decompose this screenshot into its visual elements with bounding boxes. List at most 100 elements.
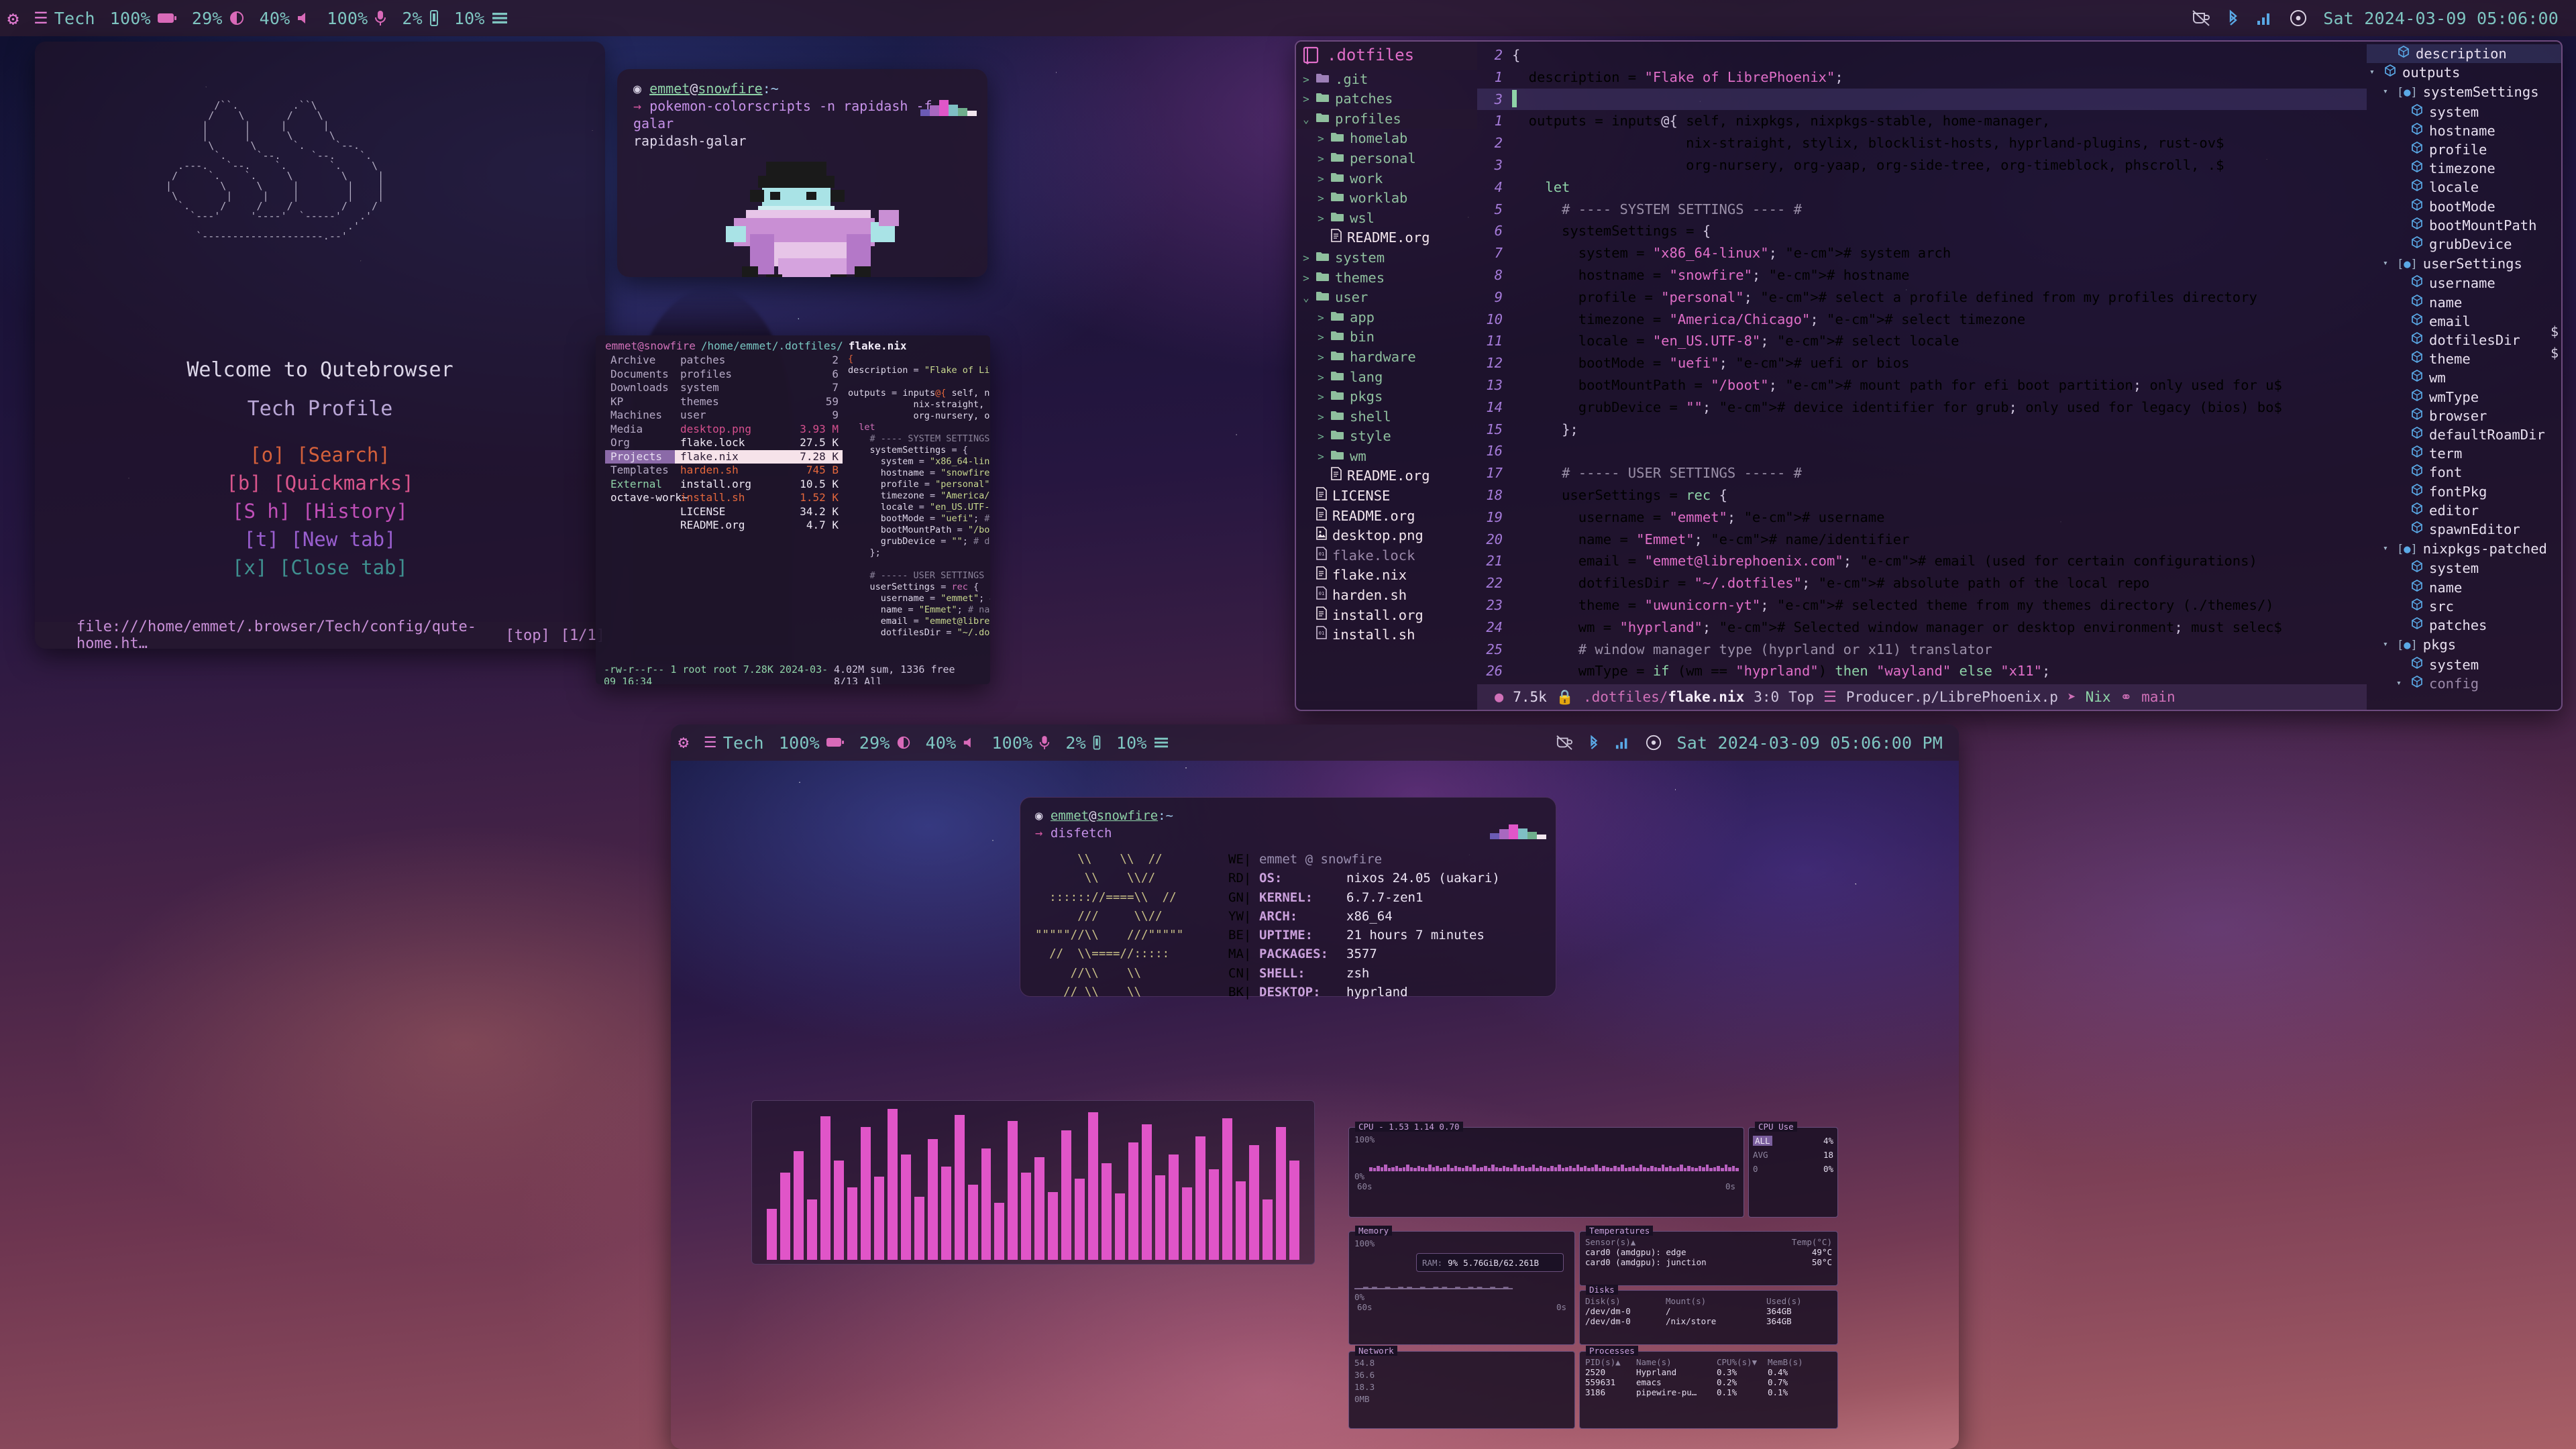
treemacs-item-readme-org[interactable]: README.org: [1296, 228, 1477, 248]
emacs-buffer[interactable]: 2{1 description = "Flake of LibrePhoenix…: [1477, 42, 2367, 710]
imenu-item-description[interactable]: description: [2367, 44, 2561, 64]
treemacs-item-license[interactable]: LICENSE: [1296, 486, 1477, 506]
temp-col-sensor[interactable]: Sensor(s)▲: [1585, 1237, 1635, 1247]
imenu-item-system[interactable]: system: [2367, 103, 2561, 121]
workspace-indicator[interactable]: ☰ Tech: [696, 733, 771, 753]
cpu-widget[interactable]: 29%: [184, 9, 252, 28]
battery-widget[interactable]: 100%: [103, 9, 184, 28]
ranger-file-row[interactable]: user 9: [675, 409, 843, 423]
disk-col-used[interactable]: Used(s): [1766, 1296, 1802, 1306]
volume-widget[interactable]: 100%: [319, 9, 394, 28]
treemacs-item-flake-nix[interactable]: flake.nix: [1296, 566, 1477, 586]
imenu-item-locale[interactable]: locale: [2367, 178, 2561, 197]
chevron-icon[interactable]: >: [1316, 368, 1326, 388]
code-line[interactable]: 3: [1477, 88, 2367, 111]
cpu-widget[interactable]: 29%: [852, 733, 918, 753]
imenu-item-bootmode[interactable]: bootMode: [2367, 197, 2561, 216]
battery-widget[interactable]: 100%: [771, 733, 852, 753]
proc-col-cpu[interactable]: CPU%(s)▼: [1717, 1357, 1768, 1367]
treemacs-item-bin[interactable]: > bin: [1296, 327, 1477, 347]
qute-key-label[interactable]: [History]: [303, 500, 408, 523]
triangle-icon[interactable]: ▾: [2396, 674, 2405, 693]
brightness-widget[interactable]: 40%: [918, 733, 985, 753]
ranger-parent-item[interactable]: Projects: [605, 449, 675, 464]
treemacs-item-app[interactable]: > app: [1296, 308, 1477, 328]
ranger-file-row[interactable]: system 7: [675, 381, 843, 395]
gear-icon[interactable]: ⚙: [0, 7, 26, 30]
chevron-icon[interactable]: >: [1301, 70, 1311, 90]
code-line[interactable]: 21 email = "emmet@librephoenix.com"; "e-…: [1477, 550, 2367, 572]
ranger-file-row[interactable]: flake.nix 7.28 K: [675, 449, 843, 464]
disk-col-name[interactable]: Disk(s): [1585, 1296, 1666, 1306]
proc-col-name[interactable]: Name(s): [1636, 1357, 1717, 1367]
code-line[interactable]: 2 nix-straight, stylix, blocklist-hosts,…: [1477, 132, 2367, 154]
bluetooth-icon[interactable]: [1588, 735, 1600, 751]
chevron-icon[interactable]: >: [1301, 89, 1311, 109]
bluetooth-icon[interactable]: [2226, 9, 2240, 27]
imenu-item-profile[interactable]: profile: [2367, 140, 2561, 159]
imenu-item-wmtype[interactable]: wmType: [2367, 388, 2561, 407]
imenu-item-name[interactable]: name: [2367, 293, 2561, 312]
treemacs-item-profiles[interactable]: ⌄ profiles: [1296, 109, 1477, 129]
chevron-icon[interactable]: >: [1301, 248, 1311, 268]
mic-widget[interactable]: 2%: [1058, 733, 1109, 753]
imenu-item-username[interactable]: username: [2367, 274, 2561, 292]
imenu-item-patches[interactable]: patches: [2367, 616, 2561, 635]
code-line[interactable]: 7 system = "x86_64-linux"; "e-cm"># syst…: [1477, 242, 2367, 264]
triangle-icon[interactable]: ▾: [2383, 635, 2392, 654]
emacs-treemacs-sidebar[interactable]: .dotfiles > .git > patches ⌄ profiles > homelab…: [1296, 42, 1477, 710]
qute-key-label[interactable]: [Search]: [297, 443, 390, 466]
triangle-icon[interactable]: ▾: [2383, 539, 2392, 558]
treemacs-item-install-org[interactable]: install.org: [1296, 606, 1477, 626]
code-line[interactable]: 17 # ----- USER SETTINGS ----- #: [1477, 462, 2367, 484]
ranger-parent-item[interactable]: External: [605, 478, 675, 492]
treemacs-item-install-sh[interactable]: 01 install.sh: [1296, 625, 1477, 645]
imenu-item-config[interactable]: ▾ config: [2367, 674, 2561, 693]
ranger-parent-item[interactable]: Media: [605, 423, 675, 437]
triangle-icon[interactable]: ▾: [2383, 254, 2392, 273]
chevron-icon[interactable]: >: [1316, 407, 1326, 427]
imenu-item-nixpkgs-patched[interactable]: ▾ [●] nixpkgs-patched: [2367, 539, 2561, 559]
treemacs-item-shell[interactable]: > shell: [1296, 407, 1477, 427]
imenu-item-font[interactable]: font: [2367, 463, 2561, 482]
volume-widget[interactable]: 100%: [984, 733, 1058, 753]
disc-icon[interactable]: [1646, 735, 1662, 751]
treemacs-item-worklab[interactable]: > worklab: [1296, 189, 1477, 209]
imenu-item-browser[interactable]: browser: [2367, 407, 2561, 425]
code-line[interactable]: 23 theme = "uwunicorn-yt"; "e-cm"># sele…: [1477, 594, 2367, 616]
ranger-file-row[interactable]: README.org 4.7 K: [675, 519, 843, 533]
qute-key-label[interactable]: [Close tab]: [279, 556, 408, 579]
clock[interactable]: Sat 2024-03-09 05:06:00: [2323, 9, 2559, 28]
imenu-item-dotfilesdir[interactable]: dotfilesDir: [2367, 331, 2561, 350]
coffee-disabled-icon[interactable]: [2192, 9, 2210, 27]
workspace-indicator[interactable]: ☰ Tech: [26, 9, 103, 28]
temp-col-temp[interactable]: Temp(°C): [1792, 1237, 1832, 1247]
fastfetch-terminal[interactable]: ◉ emmet@snowfire:~ → disfetch \\ \\ // \…: [1020, 797, 1556, 1000]
ranger-parent-item[interactable]: Documents: [605, 368, 675, 382]
disk-col-mount[interactable]: Mount(s): [1666, 1296, 1766, 1306]
treemacs-item-system[interactable]: > system: [1296, 248, 1477, 268]
chevron-icon[interactable]: ⌄: [1301, 109, 1311, 129]
code-line[interactable]: 4 let: [1477, 176, 2367, 199]
imenu-item-term[interactable]: term: [2367, 444, 2561, 463]
treemacs-item-flake-lock[interactable]: 01 flake.lock: [1296, 546, 1477, 566]
treemacs-item-user[interactable]: ⌄ user: [1296, 288, 1477, 308]
code-line[interactable]: 18 userSettings = rec {: [1477, 484, 2367, 506]
code-line[interactable]: 14 grubDevice = ""; "e-cm"># device iden…: [1477, 396, 2367, 419]
code-line[interactable]: 1 outputs = inputs@{ self, nixpkgs, nixp…: [1477, 110, 2367, 132]
ranger-file-row[interactable]: patches 2: [675, 354, 843, 368]
ranger-parent-item[interactable]: Templates: [605, 464, 675, 478]
mic-widget[interactable]: 2%: [394, 9, 447, 28]
ranger-parent-item[interactable]: Machines: [605, 409, 675, 423]
memory-widget[interactable]: 10%: [1109, 733, 1177, 753]
chevron-icon[interactable]: >: [1301, 268, 1311, 288]
chevron-icon[interactable]: >: [1316, 149, 1326, 169]
process-row[interactable]: 559631 emacs 0.2% 0.7%: [1585, 1377, 1832, 1387]
code-line[interactable]: 10 timezone = "America/Chicago"; "e-cm">…: [1477, 309, 2367, 331]
hamburger-icon[interactable]: [491, 11, 508, 25]
imenu-item-defaultroamdir[interactable]: defaultRoamDir: [2367, 425, 2561, 444]
treemacs-item-pkgs[interactable]: > pkgs: [1296, 387, 1477, 407]
code-line[interactable]: 8 hostname = "snowfire"; "e-cm"># hostna…: [1477, 264, 2367, 286]
code-line[interactable]: 2{: [1477, 44, 2367, 66]
ranger-column-current[interactable]: patches 2 profiles 6 system 7 themes 59 user 9 des…: [675, 354, 843, 657]
